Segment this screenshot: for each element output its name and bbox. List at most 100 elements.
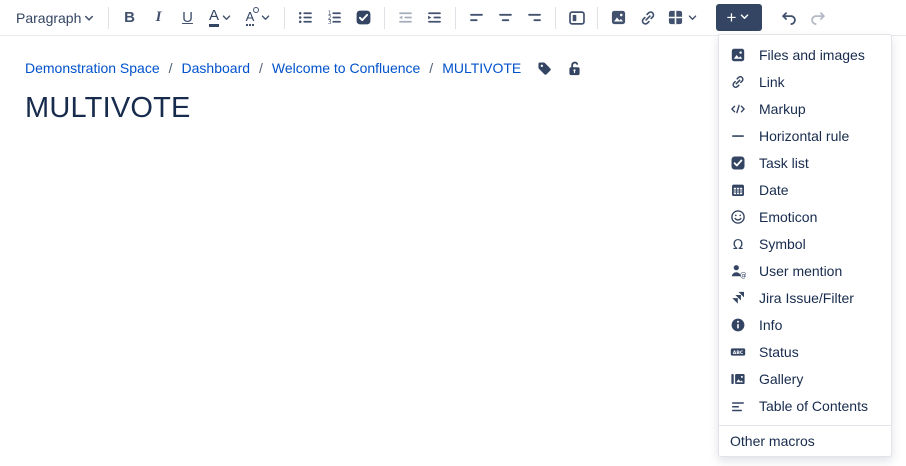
insert-menu: Files and images Link Markup Horizontal … xyxy=(718,34,892,457)
svg-text:3: 3 xyxy=(328,20,332,26)
menu-item-label: Status xyxy=(759,344,799,360)
svg-text:Ω: Ω xyxy=(733,236,743,251)
insert-more-dropdown[interactable]: + xyxy=(716,4,762,31)
emoticon-icon xyxy=(730,209,746,225)
table-of-contents-icon xyxy=(730,398,746,414)
chevron-down-icon xyxy=(220,11,233,24)
undo-button[interactable] xyxy=(774,4,803,32)
breadcrumb-item-multivote: MULTIVOTE / xyxy=(442,60,521,76)
gallery-icon xyxy=(730,371,746,387)
menu-item-files-and-images[interactable]: Files and images xyxy=(719,41,891,68)
menu-item-user-mention[interactable]: @ User mention xyxy=(719,257,891,284)
menu-item-label: Info xyxy=(759,317,782,333)
toolbar-divider xyxy=(455,7,456,29)
menu-item-info[interactable]: Info xyxy=(719,311,891,338)
toolbar-divider xyxy=(555,7,556,29)
indent-button[interactable] xyxy=(420,4,449,32)
menu-item-label: Files and images xyxy=(759,47,865,63)
breadcrumb-item-dashboard: Dashboard / xyxy=(182,60,263,76)
jira-issue-icon xyxy=(730,290,746,306)
outdent-button xyxy=(391,4,420,32)
chevron-down-icon xyxy=(738,8,751,28)
align-right-icon xyxy=(526,9,543,26)
table-icon xyxy=(667,9,684,26)
align-right-button[interactable] xyxy=(520,4,549,32)
menu-item-label: Gallery xyxy=(759,371,803,387)
menu-item-symbol[interactable]: Ω Symbol xyxy=(719,230,891,257)
plus-icon: + xyxy=(727,9,737,26)
breadcrumb-item-demonstration-space: Demonstration Space / xyxy=(25,60,173,76)
menu-item-label: Horizontal rule xyxy=(759,128,849,144)
menu-item-label: Link xyxy=(759,74,785,90)
menu-item-status[interactable]: ABC Status xyxy=(719,338,891,365)
restrictions-button[interactable] xyxy=(566,60,583,80)
insert-image-button[interactable] xyxy=(604,4,633,32)
undo-icon xyxy=(780,9,798,27)
files-and-images-icon xyxy=(730,47,746,63)
menu-item-other-macros[interactable]: Other macros xyxy=(719,425,891,456)
bullet-list-button[interactable] xyxy=(291,4,320,32)
toolbar-divider xyxy=(284,7,285,29)
breadcrumb-separator: / xyxy=(259,60,263,76)
align-center-button[interactable] xyxy=(491,4,520,32)
date-icon xyxy=(730,182,746,198)
menu-item-jira-issue-filter[interactable]: Jira Issue/Filter xyxy=(719,284,891,311)
breadcrumb-link[interactable]: MULTIVOTE xyxy=(442,60,521,76)
status-icon: ABC xyxy=(730,344,746,360)
text-color-label: A xyxy=(209,8,219,27)
breadcrumb-link[interactable]: Dashboard xyxy=(182,60,251,76)
chevron-down-icon xyxy=(82,11,96,25)
menu-item-label: Symbol xyxy=(759,236,806,252)
menu-item-markup[interactable]: Markup xyxy=(719,95,891,122)
task-checkbox-icon xyxy=(355,9,372,26)
underline-button[interactable]: U xyxy=(173,4,202,32)
align-left-icon xyxy=(468,9,485,26)
menu-item-label: Markup xyxy=(759,101,806,117)
unlock-icon xyxy=(566,60,583,80)
text-color-dropdown[interactable]: A xyxy=(202,4,240,32)
tag-icon xyxy=(536,60,553,80)
menu-item-link[interactable]: Link xyxy=(719,68,891,95)
menu-item-emoticon[interactable]: Emoticon xyxy=(719,203,891,230)
align-center-icon xyxy=(497,9,514,26)
menu-item-gallery[interactable]: Gallery xyxy=(719,365,891,392)
menu-item-label: User mention xyxy=(759,263,842,279)
menu-item-label: Emoticon xyxy=(759,209,817,225)
page-layout-icon xyxy=(568,9,586,27)
svg-text:@: @ xyxy=(740,271,746,279)
breadcrumb-link[interactable]: Welcome to Confluence xyxy=(272,60,420,76)
insert-link-button[interactable] xyxy=(633,4,662,32)
menu-item-label: Task list xyxy=(759,155,809,171)
numbered-list-button[interactable]: 123 xyxy=(320,4,349,32)
menu-item-label: Date xyxy=(759,182,789,198)
horizontal-rule-icon xyxy=(730,128,746,144)
chevron-down-icon xyxy=(259,11,272,24)
labels-button[interactable] xyxy=(536,60,553,80)
symbol-icon: Ω xyxy=(730,236,746,252)
breadcrumb-separator: / xyxy=(429,60,433,76)
menu-item-task-list[interactable]: Task list xyxy=(719,149,891,176)
insert-table-dropdown[interactable] xyxy=(662,4,704,32)
bold-button[interactable]: B xyxy=(115,4,144,32)
align-left-button[interactable] xyxy=(462,4,491,32)
menu-item-horizontal-rule[interactable]: Horizontal rule xyxy=(719,122,891,149)
info-icon xyxy=(730,317,746,333)
menu-item-table-of-contents[interactable]: Table of Contents xyxy=(719,392,891,419)
redo-icon xyxy=(809,9,827,27)
paragraph-style-dropdown[interactable]: Paragraph xyxy=(8,4,102,32)
breadcrumb-link[interactable]: Demonstration Space xyxy=(25,60,160,76)
menu-item-date[interactable]: Date xyxy=(719,176,891,203)
bullet-list-icon xyxy=(297,9,314,26)
insert-menu-items: Files and images Link Markup Horizontal … xyxy=(719,41,891,419)
italic-button[interactable]: I xyxy=(144,4,173,32)
svg-text:ABC: ABC xyxy=(733,350,744,356)
task-list-icon xyxy=(730,155,746,171)
task-item-button[interactable] xyxy=(349,4,378,32)
chevron-down-icon xyxy=(686,11,699,24)
image-icon xyxy=(610,9,627,26)
text-style-label: A xyxy=(246,10,255,26)
layout-button[interactable] xyxy=(562,4,591,32)
menu-item-label: Jira Issue/Filter xyxy=(759,290,854,306)
breadcrumb-separator: / xyxy=(169,60,173,76)
text-style-dropdown[interactable]: A xyxy=(240,4,278,32)
